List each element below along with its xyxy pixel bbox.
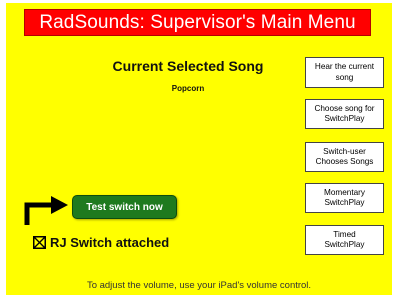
switch-user-chooses-button[interactable]: Switch-user Chooses Songs (305, 142, 384, 172)
choose-song-button[interactable]: Choose song for SwitchPlay (305, 99, 384, 129)
momentary-switchplay-label: Momentary SwitchPlay (324, 187, 365, 208)
arrow-right-icon (24, 196, 68, 225)
hear-current-song-button[interactable]: Hear the current song (305, 57, 384, 88)
hear-current-song-label: Hear the current song (314, 62, 375, 82)
timed-switchplay-button[interactable]: Timed SwitchPlay (305, 225, 384, 255)
supervisor-menu-screen: RadSounds: Supervisor's Main Menu Curren… (6, 3, 392, 295)
timed-switchplay-label: Timed SwitchPlay (324, 229, 365, 250)
page-title: RadSounds: Supervisor's Main Menu (39, 11, 356, 33)
current-song-heading: Current Selected Song (112, 58, 264, 74)
rj-switch-label: RJ Switch attached (50, 235, 170, 250)
switch-user-chooses-label: Switch-user Chooses Songs (315, 146, 374, 167)
choose-song-label: Choose song for SwitchPlay (314, 103, 375, 124)
volume-hint: To adjust the volume, use your iPad's vo… (86, 280, 312, 291)
checkbox-checked-icon[interactable] (33, 236, 46, 249)
current-song-name: Popcorn (171, 84, 205, 93)
title-bar: RadSounds: Supervisor's Main Menu (24, 9, 371, 36)
test-switch-button[interactable]: Test switch now (72, 195, 177, 219)
momentary-switchplay-button[interactable]: Momentary SwitchPlay (305, 183, 384, 213)
